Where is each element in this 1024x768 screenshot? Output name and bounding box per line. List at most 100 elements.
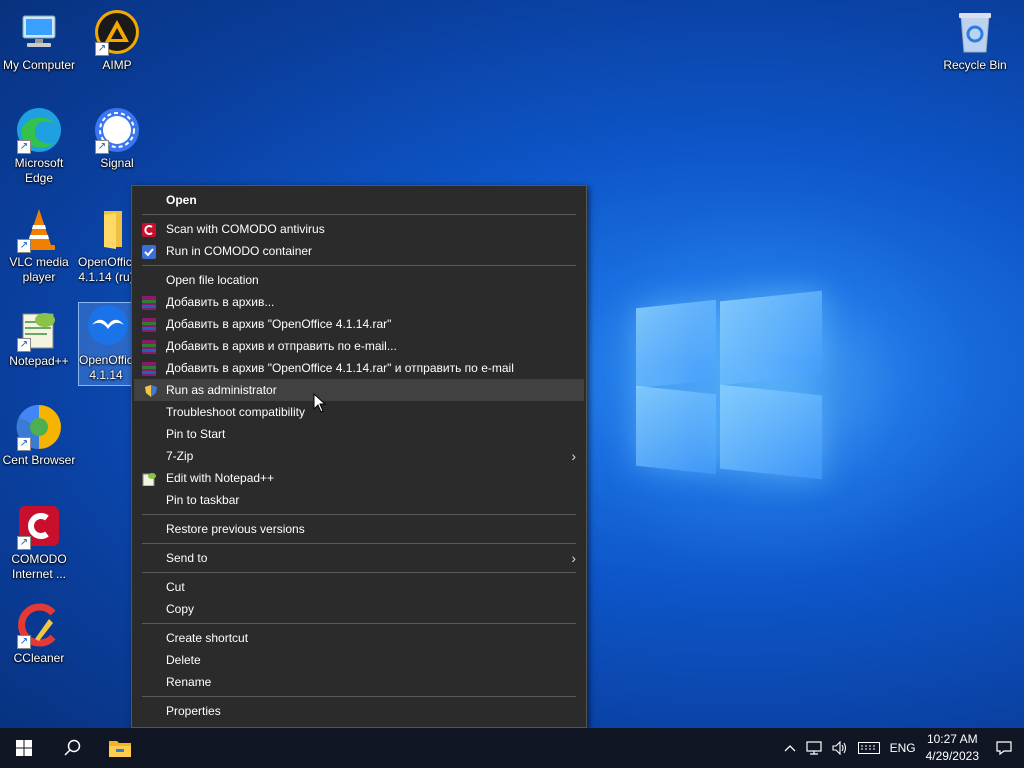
desktop-icon-openoffice-selected[interactable]: OpenOffice 4.1.14 — [78, 302, 134, 386]
signal-icon: ↗ — [93, 106, 141, 154]
notepadpp-icon: ↗ — [15, 304, 63, 352]
chevron-right-icon: › — [571, 448, 576, 464]
menu-item-open-file-location[interactable]: Open file location — [132, 269, 586, 291]
shortcut-arrow-icon: ↗ — [95, 42, 109, 56]
menu-item-pin-taskbar[interactable]: Pin to taskbar — [132, 489, 586, 511]
openoffice-gulls-icon — [82, 303, 130, 351]
menu-item-send-to[interactable]: Send to › — [132, 547, 586, 569]
menu-separator — [142, 696, 576, 697]
menu-item-add-archive-rar-email[interactable]: Добавить в архив "OpenOffice 4.1.14.rar"… — [132, 357, 586, 379]
chevron-up-icon[interactable] — [779, 728, 801, 768]
comodo-icon — [142, 222, 156, 237]
folder-icon — [82, 205, 130, 253]
desktop-icon-vlc[interactable]: ↗ VLC media player — [0, 205, 78, 285]
winrar-icon — [142, 317, 156, 332]
desktop-icon-edge[interactable]: ↗ Microsoft Edge — [0, 106, 78, 186]
clock-date: 4/29/2023 — [925, 749, 979, 763]
desktop-icon-label: Cent Browser — [2, 453, 76, 467]
shortcut-arrow-icon: ↗ — [17, 635, 31, 649]
menu-item-cut[interactable]: Cut — [132, 576, 586, 598]
menu-separator — [142, 214, 576, 215]
menu-item-delete[interactable]: Delete — [132, 649, 586, 671]
menu-item-rename[interactable]: Rename — [132, 671, 586, 693]
clock[interactable]: 10:27 AM 4/29/2023 — [921, 728, 984, 768]
menu-item-pin-start[interactable]: Pin to Start — [132, 423, 586, 445]
desktop-icon-signal[interactable]: ↗ Signal — [78, 106, 156, 171]
computer-icon — [15, 8, 63, 56]
desktop-icon-ccleaner[interactable]: ↗ CCleaner — [0, 601, 78, 666]
menu-separator — [142, 623, 576, 624]
cent-browser-icon: ↗ — [15, 403, 63, 451]
notification-icon — [996, 741, 1012, 756]
shortcut-arrow-icon: ↗ — [17, 239, 31, 253]
desktop-icon-label: CCleaner — [13, 651, 65, 665]
winrar-icon — [142, 295, 156, 310]
desktop-icon-my-computer[interactable]: My Computer — [0, 8, 78, 73]
taskbar: ENG 10:27 AM 4/29/2023 — [0, 728, 1024, 768]
notification-button[interactable] — [984, 728, 1024, 768]
keyboard-icon[interactable] — [853, 728, 885, 768]
desktop-icon-label: Notepad++ — [9, 354, 69, 368]
winrar-icon — [142, 339, 156, 354]
menu-separator — [142, 265, 576, 266]
shortcut-arrow-icon: ↗ — [95, 140, 109, 154]
windows-logo-wallpaper — [636, 290, 826, 480]
menu-item-restore-versions[interactable]: Restore previous versions — [132, 518, 586, 540]
menu-item-7zip[interactable]: 7-Zip › — [132, 445, 586, 467]
menu-item-troubleshoot[interactable]: Troubleshoot compatibility — [132, 401, 586, 423]
volume-icon[interactable] — [827, 728, 853, 768]
system-tray: ENG 10:27 AM 4/29/2023 — [779, 728, 1024, 768]
aimp-icon: ↗ — [93, 8, 141, 56]
windows-start-icon — [16, 740, 32, 756]
menu-item-create-shortcut[interactable]: Create shortcut — [132, 627, 586, 649]
desktop-icon-recycle-bin[interactable]: Recycle Bin — [936, 8, 1014, 73]
desktop-icon-label: VLC media player — [9, 255, 69, 284]
search-button[interactable] — [48, 728, 96, 768]
shortcut-arrow-icon: ↗ — [17, 338, 31, 352]
shortcut-arrow-icon: ↗ — [17, 536, 31, 550]
desktop-icon-cent-browser[interactable]: ↗ Cent Browser — [0, 403, 78, 468]
start-button[interactable] — [0, 728, 48, 768]
vlc-cone-icon: ↗ — [15, 205, 63, 253]
desktop-icon-aimp[interactable]: ↗ AIMP — [78, 8, 156, 73]
desktop-icon-openoffice-folder[interactable]: OpenOffice 4.1.14 (ru) — [78, 205, 134, 285]
comodo-container-icon — [142, 244, 156, 259]
menu-item-copy[interactable]: Copy — [132, 598, 586, 620]
desktop-icon-label: Microsoft Edge — [14, 156, 64, 185]
desktop-icon-label: Signal — [100, 156, 134, 170]
desktop-icon-label: COMODO Internet ... — [11, 552, 67, 581]
ccleaner-icon: ↗ — [15, 601, 63, 649]
desktop-icon-label: Recycle Bin — [943, 58, 1007, 72]
file-explorer-button[interactable] — [96, 728, 144, 768]
folder-icon — [109, 741, 131, 757]
menu-item-properties[interactable]: Properties — [132, 700, 586, 722]
menu-separator — [142, 514, 576, 515]
menu-item-add-archive[interactable]: Добавить в архив... — [132, 291, 586, 313]
menu-item-add-archive-rar[interactable]: Добавить в архив "OpenOffice 4.1.14.rar" — [132, 313, 586, 335]
comodo-icon: ↗ — [15, 502, 63, 550]
mouse-cursor-icon — [313, 393, 327, 413]
menu-item-run-comodo-container[interactable]: Run in COMODO container — [132, 240, 586, 262]
desktop-icon-notepadpp[interactable]: ↗ Notepad++ — [0, 304, 78, 369]
winrar-icon — [142, 361, 156, 376]
desktop-icon-label: OpenOffice 4.1.14 (ru) — [78, 255, 134, 284]
desktop-icon-label: My Computer — [2, 58, 76, 72]
menu-separator — [142, 543, 576, 544]
desktop-icon-comodo[interactable]: ↗ COMODO Internet ... — [0, 502, 78, 582]
desktop-icon-label: AIMP — [102, 58, 132, 72]
menu-item-add-archive-email[interactable]: Добавить в архив и отправить по e-mail..… — [132, 335, 586, 357]
language-indicator[interactable]: ENG — [885, 728, 921, 768]
shortcut-arrow-icon: ↗ — [17, 437, 31, 451]
edge-icon: ↗ — [15, 106, 63, 154]
clock-time: 10:27 AM — [926, 732, 978, 746]
context-menu: Open Scan with COMODO antivirus Run in C… — [131, 185, 587, 728]
notepadpp-icon — [142, 471, 156, 487]
desktop-icon-label: OpenOffice 4.1.14 — [79, 353, 134, 382]
menu-item-edit-notepadpp[interactable]: Edit with Notepad++ — [132, 467, 586, 489]
menu-item-scan-comodo[interactable]: Scan with COMODO antivirus — [132, 218, 586, 240]
search-icon — [64, 739, 81, 756]
chevron-right-icon: › — [571, 550, 576, 566]
network-icon[interactable] — [801, 728, 827, 768]
menu-item-open[interactable]: Open — [132, 189, 586, 211]
menu-item-run-as-administrator[interactable]: Run as administrator — [134, 379, 584, 401]
